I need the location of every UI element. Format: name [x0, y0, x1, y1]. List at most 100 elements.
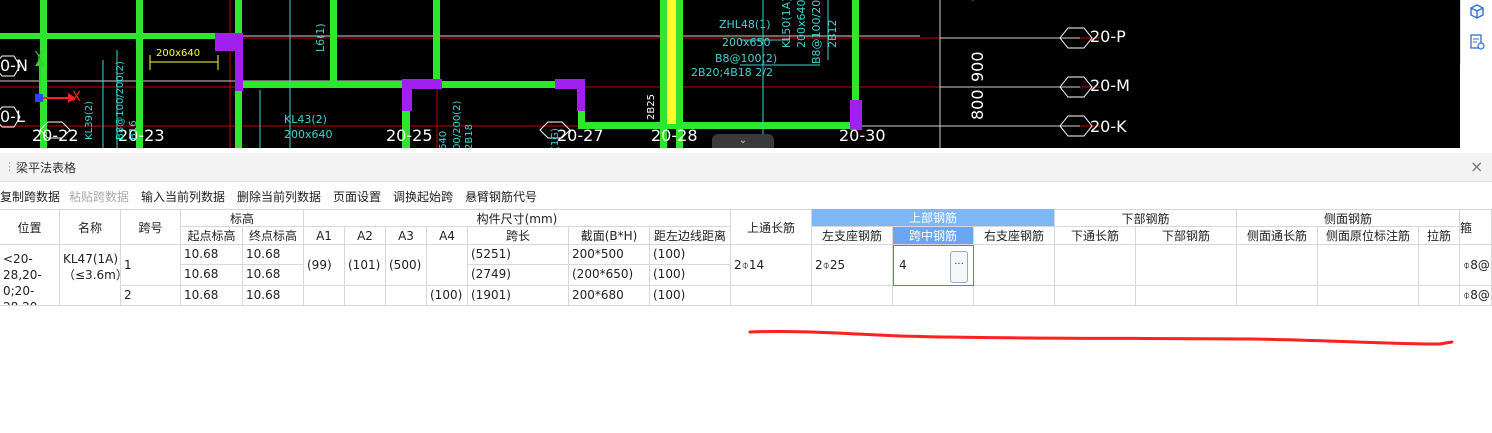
- header-bottom-bar: 下部钢筋: [1136, 227, 1237, 245]
- cell-bottom-through[interactable]: [1055, 245, 1136, 286]
- cell-elev-start-1b[interactable]: 10.68: [181, 265, 243, 286]
- selected-beam-yellow: [667, 0, 676, 124]
- cell-stirrup-1[interactable]: ⌽8@: [1460, 245, 1492, 286]
- cell-bottom-through-2[interactable]: [1055, 286, 1136, 306]
- cell-edge-1b[interactable]: (100): [650, 265, 731, 286]
- cell-span-2[interactable]: 2: [121, 286, 181, 306]
- cell-span-length-2[interactable]: (1901): [468, 286, 569, 306]
- header-name: 名称: [60, 209, 121, 245]
- beam-label-l6: L6(1): [314, 23, 327, 52]
- header-position: 位置: [0, 209, 60, 245]
- header-dimension: 构件尺寸(mm): [304, 209, 731, 227]
- cell-elev-end-1a[interactable]: 10.68: [243, 245, 304, 265]
- header-span-length: 跨长: [468, 227, 569, 245]
- cell-mid-span-2[interactable]: [893, 286, 974, 306]
- cell-top-through[interactable]: 2⌽14: [731, 245, 812, 286]
- close-icon[interactable]: ×: [1470, 157, 1483, 176]
- beam-label-2b25: 2B25: [646, 94, 657, 120]
- cell-elev-end-2[interactable]: 10.68: [243, 286, 304, 306]
- cell-tie[interactable]: [1419, 245, 1460, 286]
- cell-a4-2[interactable]: (100): [427, 286, 468, 306]
- cell-elev-end-1b[interactable]: 10.68: [243, 265, 304, 286]
- ellipsis-button[interactable]: ···: [950, 251, 968, 283]
- beam-label-top-size: 200x640: [156, 48, 201, 59]
- cell-position[interactable]: <20-28,20-0;20-28,20-X...: [0, 245, 60, 306]
- cell-right-seat-2[interactable]: [974, 286, 1055, 306]
- ucs-y-label: Y: [35, 50, 43, 65]
- dim-16: 16: [968, 0, 987, 2]
- beam-label-mid-c: 2B18: [464, 124, 475, 148]
- swap-start-span-button[interactable]: 调换起始跨: [393, 188, 453, 205]
- cell-left-seat[interactable]: 2⌽25: [812, 245, 893, 286]
- header-mid-span: 跨中钢筋: [893, 227, 974, 245]
- cell-elev-start-1a[interactable]: 10.68: [181, 245, 243, 265]
- cell-a4-1[interactable]: [427, 245, 468, 286]
- cube-icon[interactable]: [1468, 3, 1486, 21]
- cell-name[interactable]: KL47(1A)（≤3.6m）: [60, 245, 121, 306]
- header-left-seat: 左支座钢筋: [812, 227, 893, 245]
- cell-a1-2[interactable]: [304, 286, 345, 306]
- cell-tie-2[interactable]: [1419, 286, 1460, 306]
- list-settings-icon[interactable]: [1468, 33, 1486, 51]
- cantilever-code-button[interactable]: 悬臂钢筋代号: [465, 188, 537, 205]
- header-a2: A2: [345, 227, 386, 245]
- cell-a2[interactable]: (101): [345, 245, 386, 286]
- cell-edge-2[interactable]: (100): [650, 286, 731, 306]
- paste-span-data-button[interactable]: 粘贴跨数据: [69, 188, 129, 205]
- grid-label-20-22: 20-22: [32, 126, 79, 145]
- cell-mid-span-editor[interactable]: 4 ···: [893, 245, 974, 286]
- beam-label-kl39-stirrup: B8@100/200(2): [115, 61, 126, 140]
- cell-section-1a[interactable]: 200*500: [569, 245, 650, 265]
- panel-collapse-handle[interactable]: ⌄: [712, 134, 774, 148]
- cell-side-original[interactable]: [1318, 245, 1419, 286]
- cell-a3-2[interactable]: [386, 286, 427, 306]
- header-stirrup: 箍: [1460, 209, 1492, 245]
- input-column-data-button[interactable]: 输入当前列数据: [141, 188, 225, 205]
- cell-side-original-2[interactable]: [1318, 286, 1419, 306]
- cell-bottom-bar-2[interactable]: [1136, 286, 1237, 306]
- drag-grip-icon[interactable]: ⋮: [4, 160, 15, 173]
- delete-column-data-button[interactable]: 删除当前列数据: [237, 188, 321, 205]
- beam-label-mid-a: 640: [438, 130, 449, 148]
- cell-section-2[interactable]: 200*680: [569, 286, 650, 306]
- cell-side-through[interactable]: [1237, 245, 1318, 286]
- header-elev-end: 终点标高: [243, 227, 304, 245]
- cell-section-1b[interactable]: (200*650): [569, 265, 650, 286]
- right-tool-rail: [1460, 0, 1492, 65]
- cell-left-seat-2[interactable]: [812, 286, 893, 306]
- beam-label-zhl48: ZHL48(1): [719, 18, 771, 31]
- copy-span-data-button[interactable]: 复制跨数据: [0, 188, 60, 205]
- cell-edge-1a[interactable]: (100): [650, 245, 731, 265]
- cell-bottom-bar[interactable]: [1136, 245, 1237, 286]
- cell-span-1[interactable]: 1: [121, 245, 181, 286]
- header-side-original: 侧面原位标注筋: [1318, 227, 1419, 245]
- cell-side-through-2[interactable]: [1237, 286, 1318, 306]
- header-a3: A3: [386, 227, 427, 245]
- header-side-bars: 侧面钢筋: [1237, 209, 1460, 227]
- cell-a2-2[interactable]: [345, 286, 386, 306]
- cell-a3[interactable]: (500): [386, 245, 427, 286]
- axis-label-l: 0-L: [0, 107, 25, 126]
- header-edge-distance: 距左边线距离: [650, 227, 731, 245]
- beam-label-mid-d: (1G): [550, 128, 561, 148]
- cell-right-seat[interactable]: [974, 245, 1055, 286]
- table-toolbar: 复制跨数据 粘贴跨数据 输入当前列数据 删除当前列数据 页面设置 调换起始跨 悬…: [0, 182, 1492, 209]
- beam-label-kl39: KL39(2): [84, 100, 95, 140]
- beam-label-kl50-stirrup: B8@100/20: [810, 0, 823, 64]
- red-ink-annotation: [748, 329, 1454, 346]
- cell-a1[interactable]: (99): [304, 245, 345, 286]
- beam-label-zhl48-stirrup: B8@100(2): [715, 52, 778, 65]
- header-right-seat: 右支座钢筋: [974, 227, 1055, 245]
- page-setup-button[interactable]: 页面设置: [333, 188, 381, 205]
- cell-top-through-2[interactable]: [731, 286, 812, 306]
- cad-viewport[interactable]: X Y 0-N 0-L 20-P 20-M 20-K 20-22 20-23 2…: [0, 0, 1460, 148]
- header-bottom-through: 下通长筋: [1055, 227, 1136, 245]
- cell-stirrup-2[interactable]: ⌽8@: [1460, 286, 1492, 306]
- dim-900: 900: [968, 51, 987, 82]
- cell-span-length-1b[interactable]: (2749): [468, 265, 569, 286]
- cell-span-length-1a[interactable]: (5251): [468, 245, 569, 265]
- beam-label-zhl48-size: 200x650: [722, 36, 771, 49]
- cell-elev-start-2[interactable]: 10.68: [181, 286, 243, 306]
- grid-label-20-30: 20-30: [839, 126, 886, 145]
- axis-label-m: 20-M: [1090, 76, 1130, 95]
